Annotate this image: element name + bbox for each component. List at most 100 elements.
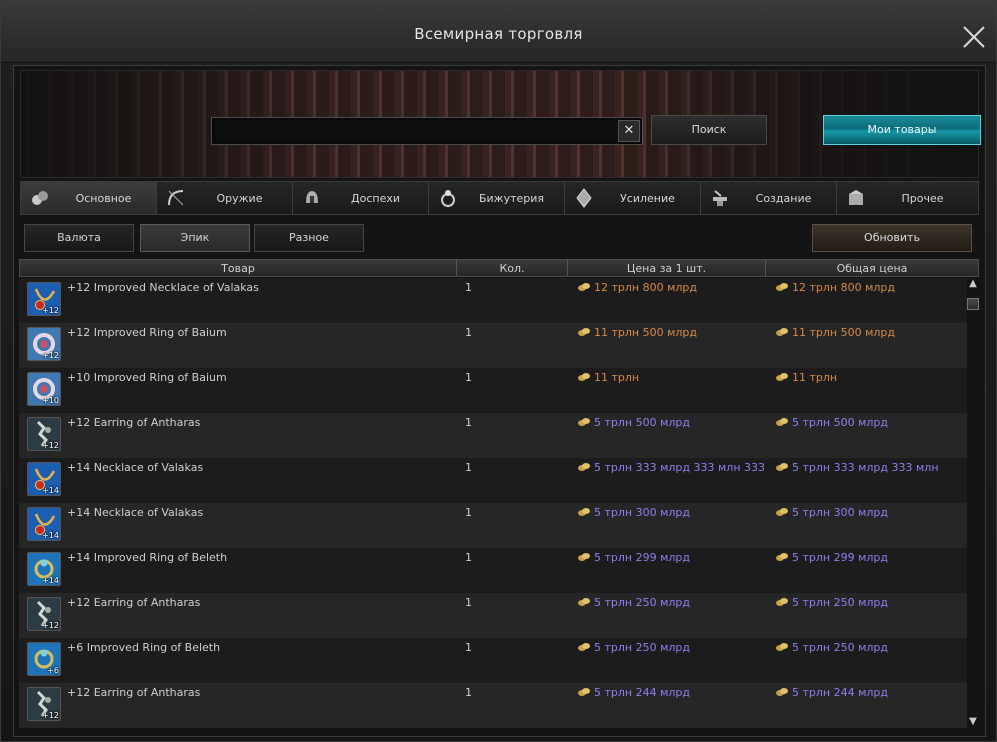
scroll-thumb[interactable] [967, 298, 979, 310]
table-row[interactable]: +12 +12 Improved Necklace of Valakas 1 12 т… [19, 278, 967, 323]
subtab-misc[interactable]: Разное [254, 224, 364, 252]
search-clear-button[interactable]: ✕ [618, 120, 640, 142]
total-price: 5 трлн 500 млрд [775, 416, 967, 429]
table-row[interactable]: +12 +12 Earring of Antharas 1 5 трлн 250 мл… [19, 593, 967, 638]
table-row[interactable]: +6 +6 Improved Ring of Beleth 1 5 трлн 250 … [19, 638, 967, 683]
total-price-value: 5 трлн 250 млрд [792, 596, 889, 609]
unit-price-value: 5 трлн 244 млрд [594, 686, 691, 699]
earring-antharas-icon: +12 [27, 687, 61, 721]
total-price-value: 5 трлн 250 млрд [792, 641, 889, 654]
category-tab-6[interactable]: Прочее [836, 181, 979, 215]
category-tab-4[interactable]: Усиление [564, 181, 700, 215]
earring-antharas-icon: +12 [27, 597, 61, 631]
table-row[interactable]: +12 +12 Earring of Antharas 1 5 трлн 500 мл… [19, 413, 967, 458]
listing-table: +12 +12 Improved Necklace of Valakas 1 12 т… [19, 278, 967, 728]
table-row[interactable]: +12 +12 Earring of Antharas 1 5 трлн 244 мл… [19, 683, 967, 728]
subtab-currency[interactable]: Валюта [24, 224, 134, 252]
category-tab-5[interactable]: Создание [700, 181, 836, 215]
refresh-button[interactable]: Обновить [812, 224, 972, 252]
item-name: +14 Necklace of Valakas [67, 461, 204, 474]
unit-price-value: 5 трлн 300 млрд [594, 506, 691, 519]
unit-price: 11 трлн 500 млрд [577, 326, 765, 339]
enchant-level: +12 [42, 441, 59, 450]
total-price: 5 трлн 250 млрд [775, 596, 967, 609]
enchant-level: +14 [42, 486, 59, 495]
necklace-valakas-icon: +12 [27, 282, 61, 316]
adena-coin-icon [578, 553, 590, 561]
adena-coin-icon [776, 283, 788, 291]
unit-price-value: 5 трлн 250 млрд [594, 641, 691, 654]
total-price: 11 трлн [775, 371, 967, 384]
total-price: 5 трлн 300 млрд [775, 506, 967, 519]
adena-coin-icon [578, 508, 590, 516]
total-price: 11 трлн 500 млрд [775, 326, 967, 339]
close-icon [963, 26, 985, 48]
search-button[interactable]: Поиск [651, 115, 767, 145]
unit-price-value: 5 трлн 333 млрд 333 млн 333 ты [594, 461, 765, 474]
column-total-price[interactable]: Общая цена [766, 262, 978, 275]
crystal-icon [573, 187, 595, 209]
unit-price: 5 трлн 300 млрд [577, 506, 765, 519]
column-unit-price[interactable]: Цена за 1 шт. [568, 262, 765, 275]
coins-icon [29, 187, 51, 209]
total-price: 5 трлн 299 млрд [775, 551, 967, 564]
scroll-up-arrow-icon[interactable]: ▲ [967, 278, 979, 290]
category-tab-2[interactable]: Доспехи [292, 181, 428, 215]
adena-coin-icon [578, 283, 590, 291]
enchant-level: +14 [42, 576, 59, 585]
unit-price: 12 трлн 800 млрд [577, 281, 765, 294]
item-name: +6 Improved Ring of Beleth [67, 641, 221, 654]
category-tab-label: Оружие [216, 192, 263, 205]
item-quantity: 1 [465, 416, 472, 429]
total-price: 5 трлн 250 млрд [775, 641, 967, 654]
earring-antharas-icon: +12 [27, 417, 61, 451]
unit-price: 5 трлн 299 млрд [577, 551, 765, 564]
enchant-level: +12 [42, 621, 59, 630]
window-title: Всемирная торговля [414, 25, 583, 43]
table-row[interactable]: +14 +14 Necklace of Valakas 1 5 трлн 300 мл… [19, 503, 967, 548]
item-name: +12 Earring of Antharas [67, 686, 201, 699]
adena-coin-icon [578, 328, 590, 336]
my-items-button[interactable]: Мои товары [823, 115, 981, 145]
unit-price: 5 трлн 500 млрд [577, 416, 765, 429]
close-button[interactable] [960, 23, 988, 51]
subtab-epic[interactable]: Эпик [140, 224, 250, 252]
item-quantity: 1 [465, 596, 472, 609]
search-input[interactable] [216, 121, 614, 141]
category-tab-label: Бижутерия [478, 192, 545, 205]
adena-coin-icon [578, 688, 590, 696]
ring-baium-icon: +12 [27, 327, 61, 361]
category-tab-3[interactable]: Бижутерия [428, 181, 564, 215]
category-tab-1[interactable]: Оружие [156, 181, 292, 215]
adena-coin-icon [776, 463, 788, 471]
adena-coin-icon [776, 508, 788, 516]
unit-price: 5 трлн 244 млрд [577, 686, 765, 699]
category-tab-0[interactable]: Основное [20, 181, 156, 215]
total-price-value: 5 трлн 244 млрд [792, 686, 889, 699]
table-row[interactable]: +14 +14 Necklace of Valakas 1 5 трлн 333 мл… [19, 458, 967, 503]
item-quantity: 1 [465, 686, 472, 699]
total-price: 5 трлн 333 млрд 333 млн [775, 461, 967, 474]
table-row[interactable]: +14 +14 Improved Ring of Beleth 1 5 трлн 29… [19, 548, 967, 593]
total-price: 12 трлн 800 млрд [775, 281, 967, 294]
total-price-value: 11 трлн [792, 371, 838, 384]
unit-price: 5 трлн 333 млрд 333 млн 333 ты [577, 461, 765, 474]
column-qty[interactable]: Кол. [457, 262, 567, 275]
column-item[interactable]: Товар [20, 262, 456, 275]
scroll-down-arrow-icon[interactable]: ▼ [967, 716, 979, 728]
table-row[interactable]: +12 +12 Improved Ring of Baium 1 11 трлн 50… [19, 323, 967, 368]
adena-coin-icon [776, 598, 788, 606]
jewelry-icon [437, 187, 459, 209]
category-tabs: Основное Оружие Доспехи Бижутерия Усиление Со… [20, 181, 979, 215]
adena-coin-icon [776, 643, 788, 651]
table-row[interactable]: +10 +10 Improved Ring of Baium 1 11 трлн 11 … [19, 368, 967, 413]
category-tab-label: Создание [755, 192, 812, 205]
unit-price-value: 11 трлн 500 млрд [594, 326, 698, 339]
category-tab-label: Усиление [620, 192, 675, 205]
unit-price: 5 трлн 250 млрд [577, 596, 765, 609]
scrollbar[interactable]: ▲ ▼ [967, 278, 979, 728]
unit-price-value: 5 трлн 299 млрд [594, 551, 691, 564]
enchant-level: +14 [42, 531, 59, 540]
item-name: +12 Earring of Antharas [67, 416, 201, 429]
adena-coin-icon [578, 418, 590, 426]
